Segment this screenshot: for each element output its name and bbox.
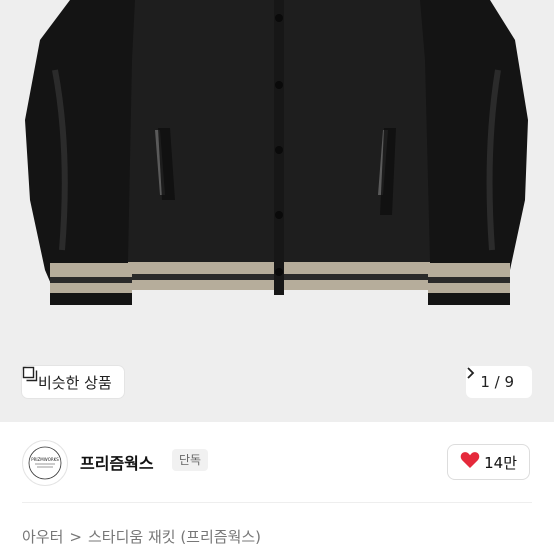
divider bbox=[22, 502, 532, 503]
similar-items-label: 비슷한 상품 bbox=[38, 373, 112, 392]
heart-icon bbox=[460, 451, 480, 473]
like-button[interactable]: 14만 bbox=[447, 444, 530, 480]
exclusive-badge: 단독 bbox=[172, 449, 209, 471]
breadcrumb: 아우터 > 스타디움 재킷 (프리즘웍스) bbox=[22, 526, 261, 547]
breadcrumb-separator: > bbox=[69, 527, 82, 546]
shop-name[interactable]: 프리즘웍스 bbox=[80, 450, 154, 474]
varsity-jacket-photo bbox=[0, 0, 554, 422]
breadcrumb-category[interactable]: 아우터 bbox=[22, 526, 63, 547]
similar-items-button[interactable]: 비슷한 상품 bbox=[22, 366, 124, 398]
svg-text:PRIZMWORKS: PRIZMWORKS bbox=[31, 457, 59, 462]
breadcrumb-product[interactable]: 스타디움 재킷 (프리즘웍스) bbox=[88, 526, 261, 547]
seller-row: PRIZMWORKS 프리즘웍스 단독 14만 bbox=[0, 422, 554, 502]
image-counter-text: 1 / 9 bbox=[480, 373, 514, 391]
like-count: 14만 bbox=[484, 453, 517, 472]
image-counter[interactable]: 1 / 9 bbox=[466, 366, 532, 398]
seller-avatar[interactable]: PRIZMWORKS bbox=[22, 440, 68, 486]
product-image[interactable]: 비슷한 상품 1 / 9 bbox=[0, 0, 554, 422]
shop-logo: PRIZMWORKS bbox=[28, 446, 62, 480]
